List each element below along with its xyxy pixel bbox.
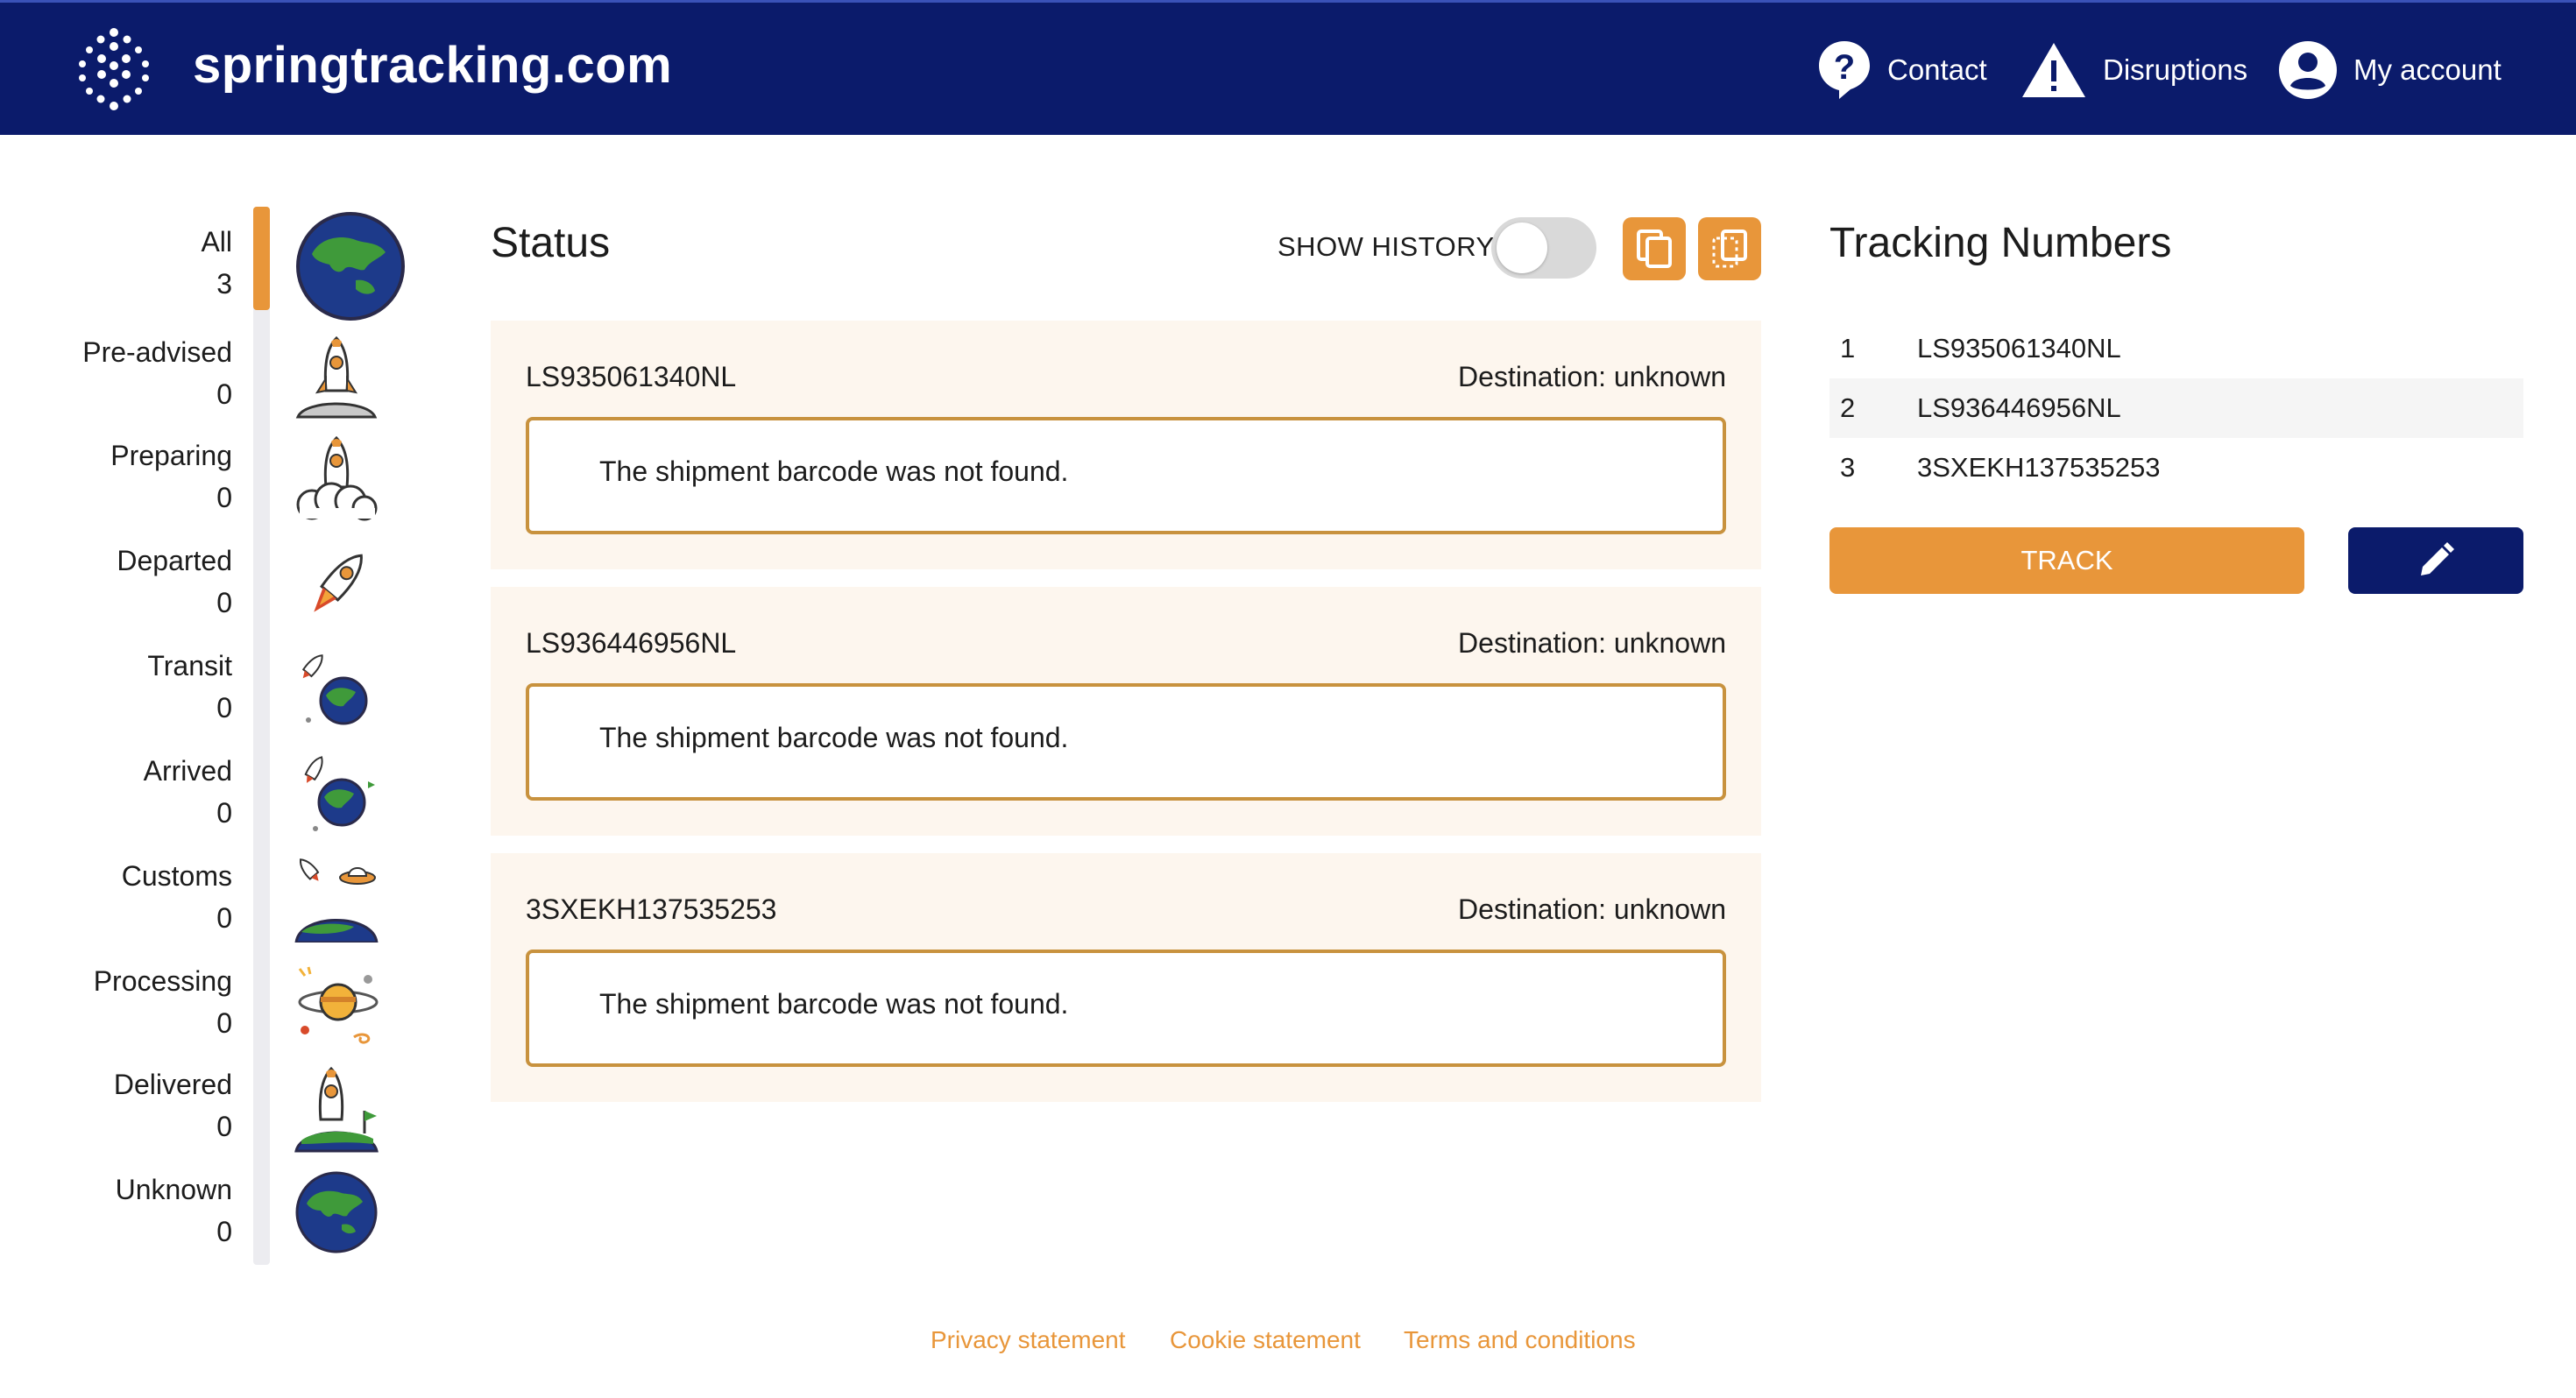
sidebar-item-arrived[interactable]: Arrived 0 — [0, 750, 232, 834]
category-label: Delivered — [113, 1069, 232, 1100]
status-title: Status — [491, 220, 611, 266]
category-count: 0 — [216, 902, 232, 934]
category-count: 0 — [216, 1216, 232, 1247]
shipment-message: The shipment barcode was not found. — [599, 722, 1069, 753]
nav-contact-label: Contact — [1887, 53, 1987, 86]
sidebar-item-processing[interactable]: Processing 0 — [0, 960, 232, 1044]
category-label: Departed — [117, 545, 232, 576]
shipment-card: LS936446956NL Destination: unknown The s… — [491, 587, 1761, 836]
tracking-number: 3SXEKH137535253 — [1917, 452, 2161, 483]
shipment-destination: Destination: unknown — [1458, 627, 1726, 659]
logo-dots-icon[interactable] — [70, 25, 158, 113]
sidebar-selection-indicator — [253, 207, 270, 310]
brand-name[interactable]: springtracking.com — [193, 36, 672, 95]
toggle-knob — [1497, 222, 1547, 273]
rocket-delivered-flag-icon — [294, 1066, 379, 1153]
shipment-card: LS935061340NL Destination: unknown The s… — [491, 321, 1761, 569]
shipment-destination: Destination: unknown — [1458, 361, 1726, 392]
shipment-code[interactable]: 3SXEKH137535253 — [526, 893, 776, 926]
sidebar-item-pre-advised[interactable]: Pre-advised 0 — [0, 331, 232, 415]
tracking-number-row[interactable]: 3 3SXEKH137535253 — [1829, 438, 2523, 498]
category-label: Arrived — [143, 755, 232, 787]
category-label: Processing — [93, 965, 232, 997]
rocket-arrived-earth-icon — [304, 756, 375, 831]
category-label: All — [201, 226, 232, 258]
terms-and-conditions-link[interactable]: Terms and conditions — [1404, 1326, 1636, 1354]
export-button[interactable] — [1698, 217, 1761, 280]
category-label: Customs — [121, 860, 232, 892]
sidebar-item-unknown[interactable]: Unknown 0 — [0, 1169, 232, 1253]
nav-disruptions[interactable]: Disruptions — [2020, 36, 2247, 104]
show-history-toggle[interactable] — [1491, 217, 1596, 279]
category-label: Pre-advised — [82, 336, 232, 368]
rocket-launch-cloud-icon — [296, 435, 378, 521]
sidebar-item-all[interactable]: All 3 — [0, 221, 232, 305]
earth-icon — [295, 1171, 378, 1253]
question-bubble-icon: ? — [1819, 41, 1870, 99]
copy-button[interactable] — [1623, 217, 1686, 280]
shipment-card: 3SXEKH137535253 Destination: unknown The… — [491, 853, 1761, 1102]
shipment-destination: Destination: unknown — [1458, 893, 1726, 925]
warning-icon — [2022, 43, 2085, 97]
category-count: 3 — [216, 268, 232, 300]
sidebar-scrollbar-track[interactable] — [253, 207, 270, 1265]
sidebar-item-transit[interactable]: Transit 0 — [0, 645, 232, 729]
rocket-on-moon-icon — [295, 335, 378, 419]
tracking-numbers-title: Tracking Numbers — [1829, 220, 2172, 266]
pencil-icon — [2421, 542, 2454, 575]
tracking-number-row[interactable]: 2 LS936446956NL — [1829, 378, 2523, 438]
nav-disruptions-label: Disruptions — [2103, 53, 2248, 86]
cookie-statement-link[interactable]: Cookie statement — [1170, 1326, 1361, 1354]
earth-icon — [296, 212, 405, 321]
shipment-message-box: The shipment barcode was not found. — [526, 950, 1726, 1067]
shipment-message-box: The shipment barcode was not found. — [526, 683, 1726, 801]
category-count: 0 — [216, 797, 232, 829]
tracking-index: 3 — [1840, 452, 1856, 483]
rocket-to-earth-icon — [301, 654, 368, 725]
show-history-label: SHOW HISTORY — [1277, 231, 1495, 262]
edit-tracking-numbers-button[interactable] — [2348, 527, 2523, 594]
category-label: Unknown — [115, 1174, 232, 1205]
svg-text:?: ? — [1834, 48, 1855, 87]
shipment-message-box: The shipment barcode was not found. — [526, 417, 1726, 534]
sidebar-item-customs[interactable]: Customs 0 — [0, 855, 232, 939]
category-label: Preparing — [110, 440, 232, 471]
nav-my-account[interactable]: My account — [2278, 36, 2502, 104]
shipment-code[interactable]: LS935061340NL — [526, 361, 736, 393]
top-bar: springtracking.com ? Contact Disruptions… — [0, 0, 2576, 135]
nav-contact[interactable]: ? Contact — [1817, 36, 1987, 104]
tracking-number-row[interactable]: 1 LS935061340NL — [1829, 319, 2523, 378]
privacy-statement-link[interactable]: Privacy statement — [931, 1326, 1126, 1354]
ufo-customs-icon — [294, 858, 379, 943]
clipboard-copy-icon — [1712, 229, 1747, 268]
sidebar-item-delivered[interactable]: Delivered 0 — [0, 1063, 232, 1147]
sidebar-item-departed[interactable]: Departed 0 — [0, 540, 232, 624]
category-count: 0 — [216, 378, 232, 410]
shipment-message: The shipment barcode was not found. — [599, 988, 1069, 1020]
category-count: 0 — [216, 692, 232, 724]
tracking-index: 1 — [1840, 333, 1856, 364]
tracking-index: 2 — [1840, 392, 1856, 423]
category-count: 0 — [216, 1007, 232, 1039]
nav-account-label: My account — [2353, 53, 2502, 86]
rocket-flying-icon — [314, 554, 363, 612]
sidebar-item-preparing[interactable]: Preparing 0 — [0, 434, 232, 519]
user-account-icon — [2279, 41, 2337, 99]
category-count: 0 — [216, 587, 232, 618]
shipment-message: The shipment barcode was not found. — [599, 455, 1069, 487]
track-button[interactable]: TRACK — [1829, 527, 2304, 594]
shipment-code[interactable]: LS936446956NL — [526, 627, 736, 660]
category-count: 0 — [216, 482, 232, 513]
category-label: Transit — [147, 650, 232, 681]
category-count: 0 — [216, 1111, 232, 1142]
planet-processing-icon — [298, 966, 379, 1044]
tracking-number: LS936446956NL — [1917, 392, 2121, 423]
copy-icon — [1637, 229, 1672, 268]
tracking-number: LS935061340NL — [1917, 333, 2121, 364]
